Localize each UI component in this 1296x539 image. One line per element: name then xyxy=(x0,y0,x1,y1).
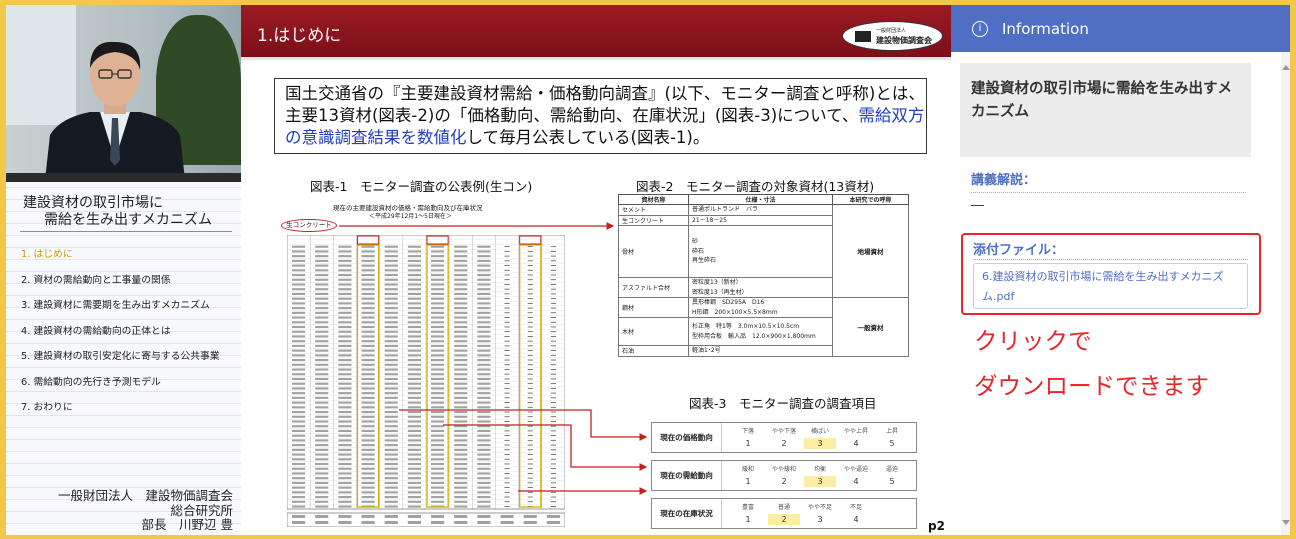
commentary-value: ― xyxy=(971,198,984,213)
fig2-header: 本研究での呼称 xyxy=(832,194,909,205)
chapter-item[interactable]: 5. 建設資材の取引安定化に寄与する公共事業 xyxy=(21,344,241,370)
lesson-outline: 建設資材の取引市場に 需給を生み出すメカニズム 1. はじめに 2. 資材の需給動… xyxy=(6,182,241,535)
fig2-material-table: 資材名称 仕様・寸法 本研究での呼称 セメント 普通ポルトランド バラ 地場資材 生コンク… xyxy=(618,194,909,379)
fig1-tag: 生コンクリート xyxy=(281,219,337,232)
fig2-class-general: 一般資材 xyxy=(832,297,909,357)
fig2-header: 資材名称 xyxy=(618,194,689,205)
lecture-title: 建設資材の取引市場に需給を生み出すメカニズム xyxy=(960,63,1251,157)
survey-option: 逼迫 5 xyxy=(885,466,898,486)
presenter-info: 一般財団法人 建設物価調査会 総合研究所 部長 川野辺 豊 xyxy=(57,488,233,532)
lecturer-figure xyxy=(45,41,185,180)
chapter-list: 1. はじめに 2. 資材の需給動向と工事量の関係 3. 建設資材に需要期を生み出す… xyxy=(21,242,241,421)
attachment-file-link[interactable]: 6.建設資材の取引市場に需給を生み出すメカニズム.pdf xyxy=(973,263,1248,309)
fig3-survey-items: 現在の価格動向 下落 1 やや下落 2 横ばい 3 やや上昇 4 上昇 5 現在の需給動向 緩和 1 やや緩… xyxy=(651,412,917,530)
commentary-label: 講義解説： xyxy=(971,173,1037,188)
survey-row: 現在の需給動向 緩和 1 やや緩和 2 均衡 3 やや逼迫 4 逼迫 5 xyxy=(651,460,917,491)
info-icon: i xyxy=(972,21,988,37)
logo-mark-icon xyxy=(855,31,871,42)
fig2-class-local: 地場資材 xyxy=(832,204,909,298)
fig1-monitor-table: 現在の主要建設資材の価格・需給動向及び在庫状況 ＜平成29年12月1～5日現在＞… xyxy=(277,198,567,528)
survey-option: 横ばい 3 xyxy=(804,426,836,449)
fig3-title: 図表-3 モニター調査の調査項目 xyxy=(689,396,877,411)
app-frame: 建設資材の取引市場に 需給を生み出すメカニズム 1. はじめに 2. 資材の需給動… xyxy=(0,0,1296,539)
fig1-title: 図表-1 モニター調査の公表例(生コン) xyxy=(310,179,533,194)
survey-option: 下落 1 xyxy=(741,428,754,448)
download-note: クリックで ダウンロードできます xyxy=(974,327,1209,400)
survey-row: 現在の価格動向 下落 1 やや下落 2 横ばい 3 やや上昇 4 上昇 5 xyxy=(651,422,917,453)
lecturer-video[interactable] xyxy=(6,5,241,182)
fig2-title: 図表-2 モニター調査の対象資材(13資材) xyxy=(636,179,875,194)
scroll-up-icon[interactable] xyxy=(1282,65,1290,70)
chapter-item[interactable]: 4. 建設資材の需給動向の正体とは xyxy=(21,319,241,345)
intro-text: 国土交通省の『主要建設資材需給・価格動向調査』(以下、モニター調査と呼称)とは、… xyxy=(285,84,925,147)
fig2-header: 仕様・寸法 xyxy=(688,194,833,205)
attachment-label: 添付ファイル： xyxy=(973,243,1065,258)
slide-header: 1.はじめに 一般財団法人 建設物価調査会 xyxy=(241,5,951,60)
chapter-item[interactable]: 3. 建設資材に需要期を生み出すメカニズム xyxy=(21,293,241,319)
survey-option: やや不足 3 xyxy=(807,504,832,524)
survey-option: 普通 2 xyxy=(768,502,800,525)
survey-option: 豊富 1 xyxy=(741,504,754,524)
fig2-row: 鋼材 異形棒鋼 SD295A D16 H形鋼 200×100×5.5×8mm 一般資… xyxy=(618,297,909,357)
fig1-data-grid xyxy=(287,235,565,527)
information-panel: i Information 建設資材の取引市場に需給を生み出すメカニズム 講義解… xyxy=(951,5,1290,535)
survey-option: やや緩和 2 xyxy=(771,466,796,486)
attachment-highlight: 添付ファイル： 6.建設資材の取引市場に需給を生み出すメカニズム.pdf xyxy=(961,233,1261,315)
title-divider xyxy=(20,231,232,232)
org-logo: 一般財団法人 建設物価調査会 xyxy=(842,21,943,51)
survey-option: 上昇 5 xyxy=(885,428,898,448)
survey-option: やや逼迫 4 xyxy=(843,466,868,486)
page-number: p2 xyxy=(928,519,945,533)
slide-viewer: 1.はじめに 一般財団法人 建設物価調査会 国土交通省の『主要建設資材需給・価格… xyxy=(241,5,951,535)
survey-option: やや上昇 4 xyxy=(843,428,868,448)
scroll-down-icon[interactable] xyxy=(1282,520,1290,525)
info-header: i Information xyxy=(951,5,1290,52)
info-scrollbar[interactable] xyxy=(1281,52,1290,535)
lesson-sidebar: 建設資材の取引市場に 需給を生み出すメカニズム 1. はじめに 2. 資材の需給動… xyxy=(6,5,241,535)
slide-title: 1.はじめに xyxy=(257,26,342,46)
survey-option: やや下落 2 xyxy=(771,428,796,448)
survey-row: 現在の在庫状況 豊富 1 普通 2 やや不足 3 不足 4 xyxy=(651,498,917,529)
lesson-title: 建設資材の取引市場に 需給を生み出すメカニズム xyxy=(23,195,212,228)
chapter-item[interactable]: 6. 需給動向の先行き予測モデル xyxy=(21,370,241,396)
info-body: 建設資材の取引市場に需給を生み出すメカニズム 講義解説： ― 添付ファイル： 6… xyxy=(951,52,1281,535)
intro-box: 国土交通省の『主要建設資材需給・価格動向調査』(以下、モニター調査と呼称)とは、… xyxy=(274,78,927,154)
survey-option: 緩和 1 xyxy=(741,466,754,486)
chapter-item[interactable]: 1. はじめに xyxy=(21,242,241,268)
survey-option: 不足 4 xyxy=(849,504,862,524)
chapter-item[interactable]: 2. 資材の需給動向と工事量の関係 xyxy=(21,268,241,294)
chapter-item[interactable]: 7. おわりに xyxy=(21,395,241,421)
fig2-row: セメント 普通ポルトランド バラ 地場資材 xyxy=(618,204,909,298)
survey-option: 均衡 3 xyxy=(804,464,836,487)
